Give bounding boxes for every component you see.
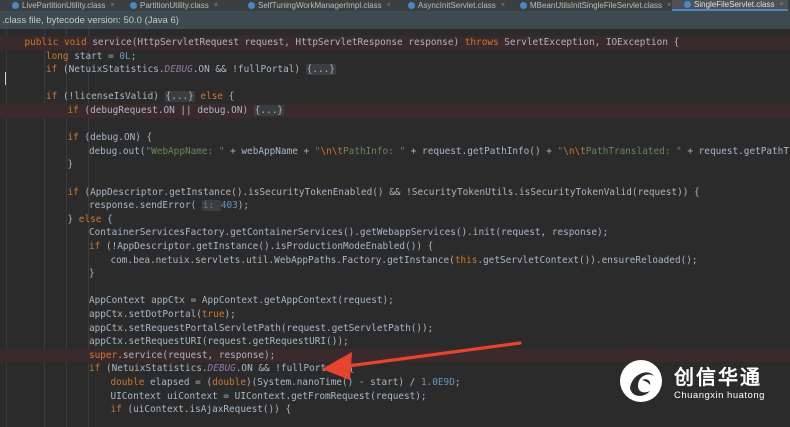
logo-chinese-name: 创信华通 xyxy=(674,365,762,389)
logo-english-name: Chuangxin huatong xyxy=(674,390,765,401)
brand-logo: 创信华通 Chuangxin huatong xyxy=(618,356,790,406)
logo-mark-icon xyxy=(620,360,662,402)
